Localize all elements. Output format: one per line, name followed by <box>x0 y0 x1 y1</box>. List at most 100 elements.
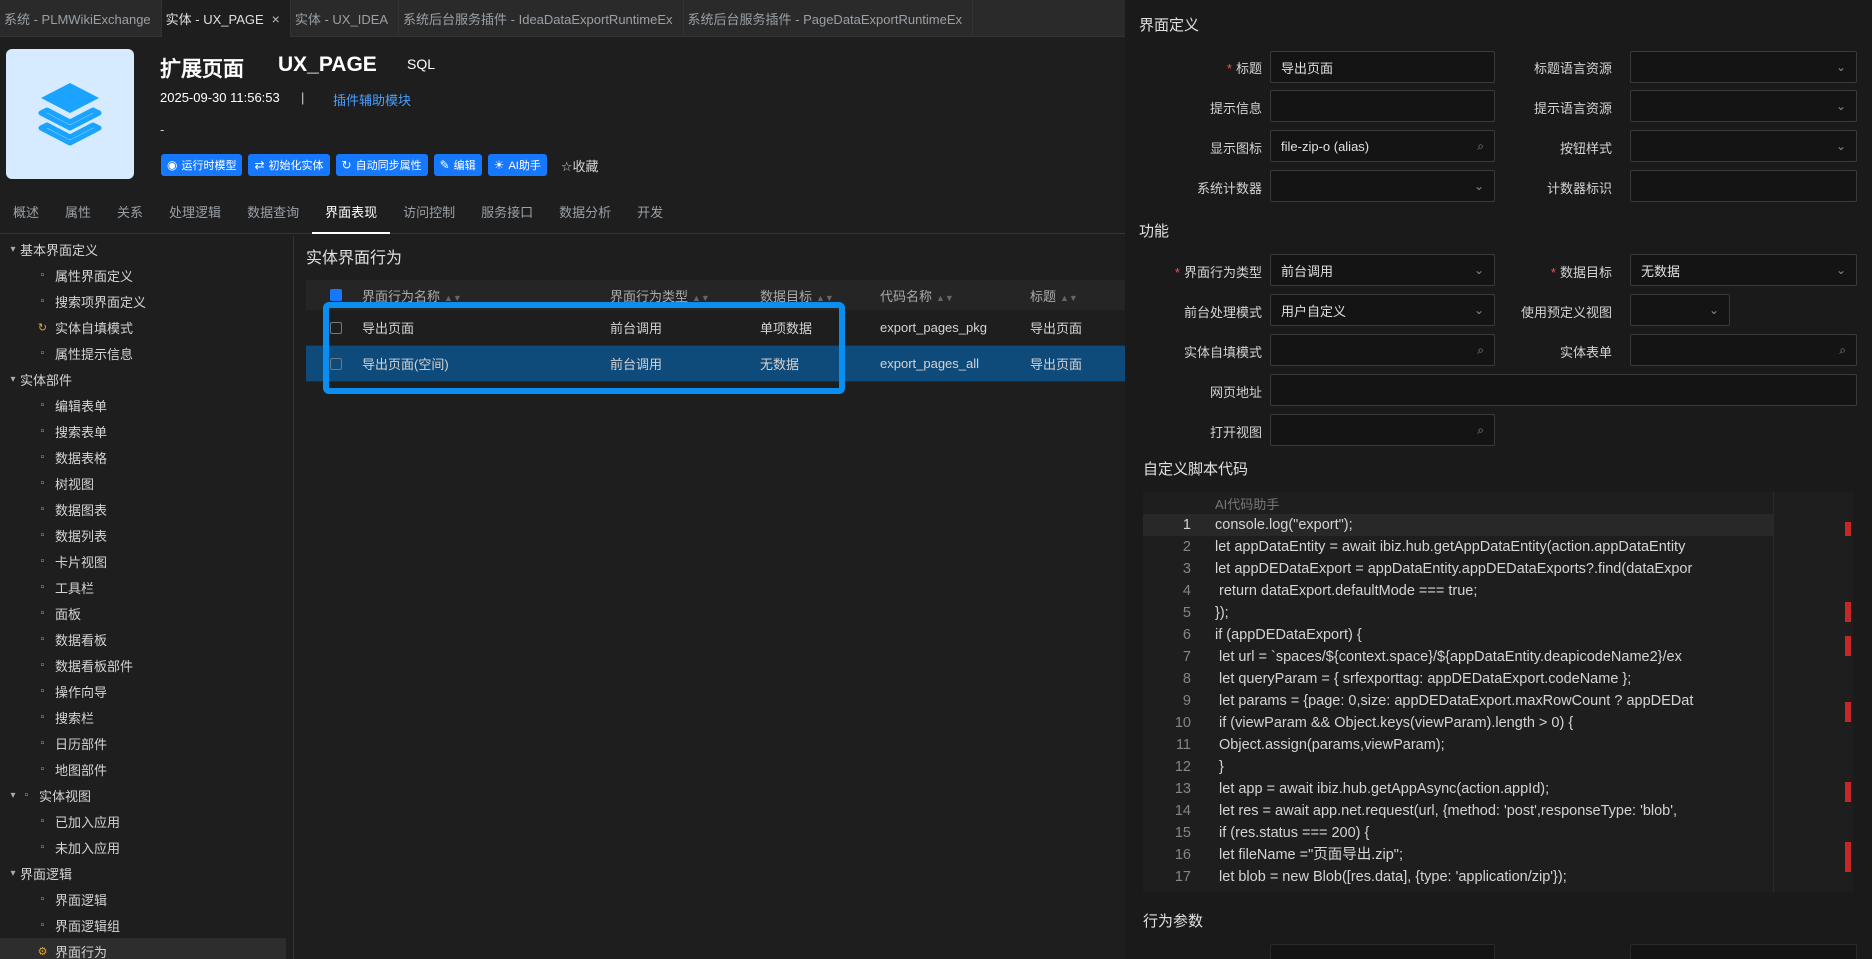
nav-properties[interactable]: 属性 <box>52 197 104 234</box>
code-line[interactable]: 1 console.log("export"); <box>1143 514 1783 536</box>
code-line[interactable]: 5}); <box>1143 602 1783 624</box>
init-entity-button[interactable]: ⇄ 初始化实体 <box>248 154 330 176</box>
tab-idea-export[interactable]: 系统后台服务插件 - IdeaDataExportRuntimeEx <box>399 0 684 37</box>
title-lang-select[interactable]: ⌄ <box>1630 51 1857 83</box>
nav-overview[interactable]: 概述 <box>0 197 52 234</box>
nav-access[interactable]: 访问控制 <box>390 197 468 234</box>
caret-down-icon[interactable]: ▾ <box>6 244 20 255</box>
tree-item[interactable]: ▫ 数据表格 <box>0 444 286 470</box>
tab-plmwiki[interactable]: 系统 - PLMWikiExchange <box>0 0 162 37</box>
code-line[interactable]: 11 Object.assign(params,viewParam); <box>1143 734 1783 756</box>
tree-item[interactable]: ▫ 已加入应用 <box>0 808 286 834</box>
tree-item[interactable]: ▫ 数据图表 <box>0 496 286 522</box>
counter-select[interactable]: ⌄ <box>1270 170 1495 202</box>
tree-item[interactable]: ▫ 面板 <box>0 600 286 626</box>
caret-down-icon[interactable]: ▾ <box>6 374 20 385</box>
ai-code-hint[interactable]: AI代码助手 <box>1215 494 1279 513</box>
open-view-picker[interactable]: ⌕ <box>1270 414 1495 446</box>
process-mode-select[interactable]: 用户自定义 ⌄ <box>1270 294 1495 326</box>
auto-sync-button[interactable]: ↻ 自动同步属性 <box>335 154 428 176</box>
column-header[interactable]: 代码名称 ▲▼ <box>880 286 1030 305</box>
nav-logic[interactable]: 处理逻辑 <box>156 197 234 234</box>
code-line[interactable]: 14 let res = await app.net.request(url, … <box>1143 800 1783 822</box>
tree-group[interactable]: ▾ 实体部件 <box>0 366 286 392</box>
code-line[interactable]: 4 return dataExport.defaultMode === true… <box>1143 580 1783 602</box>
tree-group[interactable]: ▾ ▫ 实体视图 <box>0 782 286 808</box>
module-link[interactable]: 插件辅助模块 <box>333 90 411 109</box>
tree-item[interactable]: ▫ 日历部件 <box>0 730 286 756</box>
tree-item[interactable]: ▫ 未加入应用 <box>0 834 286 860</box>
tree-item[interactable]: ▫ 编辑表单 <box>0 392 286 418</box>
code-line[interactable]: 8 let queryParam = { srfexporttag: appDE… <box>1143 668 1783 690</box>
tree-group[interactable]: ▾ 界面逻辑 <box>0 860 286 886</box>
ai-assistant-button[interactable]: ☀ AI助手 <box>487 154 547 176</box>
close-icon[interactable]: × <box>272 11 280 27</box>
tab-ux-page[interactable]: 实体 - UX_PAGE × <box>161 0 291 37</box>
field-value: 导出页面 <box>1281 60 1334 76</box>
param-field[interactable] <box>1630 944 1857 959</box>
code-line[interactable]: 9 let params = {page: 0,size: appDEDataE… <box>1143 690 1783 712</box>
caret-down-icon[interactable]: ▾ <box>6 790 20 801</box>
nav-service[interactable]: 服务接口 <box>468 197 546 234</box>
caret-down-icon[interactable]: ▾ <box>6 868 20 879</box>
nav-query[interactable]: 数据查询 <box>234 197 312 234</box>
tree-item[interactable]: ▫ 界面逻辑 <box>0 886 286 912</box>
data-target-select[interactable]: 无数据 ⌄ <box>1630 254 1857 286</box>
code-line[interactable]: 10 if (viewParam && Object.keys(viewPara… <box>1143 712 1783 734</box>
column-header[interactable]: 标题 ▲▼ <box>1030 286 1120 305</box>
tree-item[interactable]: ▫ 属性提示信息 <box>0 340 286 366</box>
tree-item[interactable]: ▫ 界面逻辑组 <box>0 912 286 938</box>
code-line[interactable]: 12 } <box>1143 756 1783 778</box>
entity-nav: 概述 属性 关系 处理逻辑 数据查询 界面表现 访问控制 服务接口 数据分析 开… <box>0 197 1125 234</box>
tip-lang-select[interactable]: ⌄ <box>1630 90 1857 122</box>
runtime-model-button[interactable]: ◉ 运行时模型 <box>161 154 243 176</box>
button-style-select[interactable]: ⌄ <box>1630 130 1857 162</box>
code-editor[interactable]: AI代码助手 1 console.log("export"); 2 let appDa… <box>1143 492 1853 892</box>
code-line[interactable]: 18 let link = document.createElement('a'… <box>1143 888 1783 892</box>
edit-button[interactable]: ✎ 编辑 <box>433 154 482 176</box>
counter-id-field[interactable] <box>1630 170 1857 202</box>
splitter[interactable] <box>293 236 294 959</box>
param-field[interactable] <box>1270 944 1495 959</box>
nav-relations[interactable]: 关系 <box>104 197 156 234</box>
tree-item[interactable]: ▫ 搜索栏 <box>0 704 286 730</box>
behavior-type-select[interactable]: 前台调用 ⌄ <box>1270 254 1495 286</box>
code-line[interactable]: 3 let appDEDataExport = appDataEntity.app… <box>1143 558 1783 580</box>
tree-item[interactable]: ▫ 数据列表 <box>0 522 286 548</box>
select-all-checkbox[interactable] <box>330 289 342 301</box>
title-field[interactable]: 导出页面 <box>1270 51 1495 83</box>
code-line[interactable]: 2 let appDataEntity = await ibiz.hub.getA… <box>1143 536 1783 558</box>
tree-item[interactable]: ↻ 实体自填模式 <box>0 314 286 340</box>
icon-picker[interactable]: file-zip-o (alias) ⌕ <box>1270 130 1495 162</box>
url-field[interactable] <box>1270 374 1857 406</box>
nav-dev[interactable]: 开发 <box>624 197 676 234</box>
tree-item[interactable]: ▫ 操作向导 <box>0 678 286 704</box>
entity-form-picker[interactable]: ⌕ <box>1630 334 1857 366</box>
tree-item[interactable]: ▫ 工具栏 <box>0 574 286 600</box>
code-line[interactable]: 17 let blob = new Blob([res.data], {type… <box>1143 866 1783 888</box>
preset-view-select[interactable]: ⌄ <box>1630 294 1730 326</box>
nav-ui[interactable]: 界面表现 <box>312 197 391 234</box>
code-line[interactable]: 7 let url = `spaces/${context.space}/${a… <box>1143 646 1783 668</box>
code-line[interactable]: 13 let app = await ibiz.hub.getAppAsync(… <box>1143 778 1783 800</box>
tab-ux-idea[interactable]: 实体 - UX_IDEA <box>291 0 400 37</box>
tree-item[interactable]: ▫ 树视图 <box>0 470 286 496</box>
tree-item[interactable]: ▫ 搜索项界面定义 <box>0 288 286 314</box>
fill-mode-picker[interactable]: ⌕ <box>1270 334 1495 366</box>
favorite-button[interactable]: ☆收藏 <box>561 156 599 175</box>
tree-item[interactable]: ▫ 数据看板 <box>0 626 286 652</box>
tree-item[interactable]: ▫ 卡片视图 <box>0 548 286 574</box>
tree-item[interactable]: ▫ 地图部件 <box>0 756 286 782</box>
code-line[interactable]: 6 if (appDEDataExport) { <box>1143 624 1783 646</box>
code-line[interactable]: 16 let fileName ="页面导出.zip"; <box>1143 844 1783 866</box>
code-line[interactable]: 15 if (res.status === 200) { <box>1143 822 1783 844</box>
tree-item[interactable]: ▫ 搜索表单 <box>0 418 286 444</box>
nav-analysis[interactable]: 数据分析 <box>546 197 624 234</box>
tree-item[interactable]: ▫ 属性界面定义 <box>0 262 286 288</box>
tab-page-export[interactable]: 系统后台服务插件 - PageDataExportRuntimeEx <box>684 0 974 37</box>
tree-item[interactable]: ▫ 数据看板部件 <box>0 652 286 678</box>
tree-item[interactable]: ⚙ 界面行为 <box>0 938 286 959</box>
tree-group[interactable]: ▾ 基本界面定义 <box>0 236 286 262</box>
tip-field[interactable] <box>1270 90 1495 122</box>
code-minimap[interactable] <box>1773 492 1853 892</box>
